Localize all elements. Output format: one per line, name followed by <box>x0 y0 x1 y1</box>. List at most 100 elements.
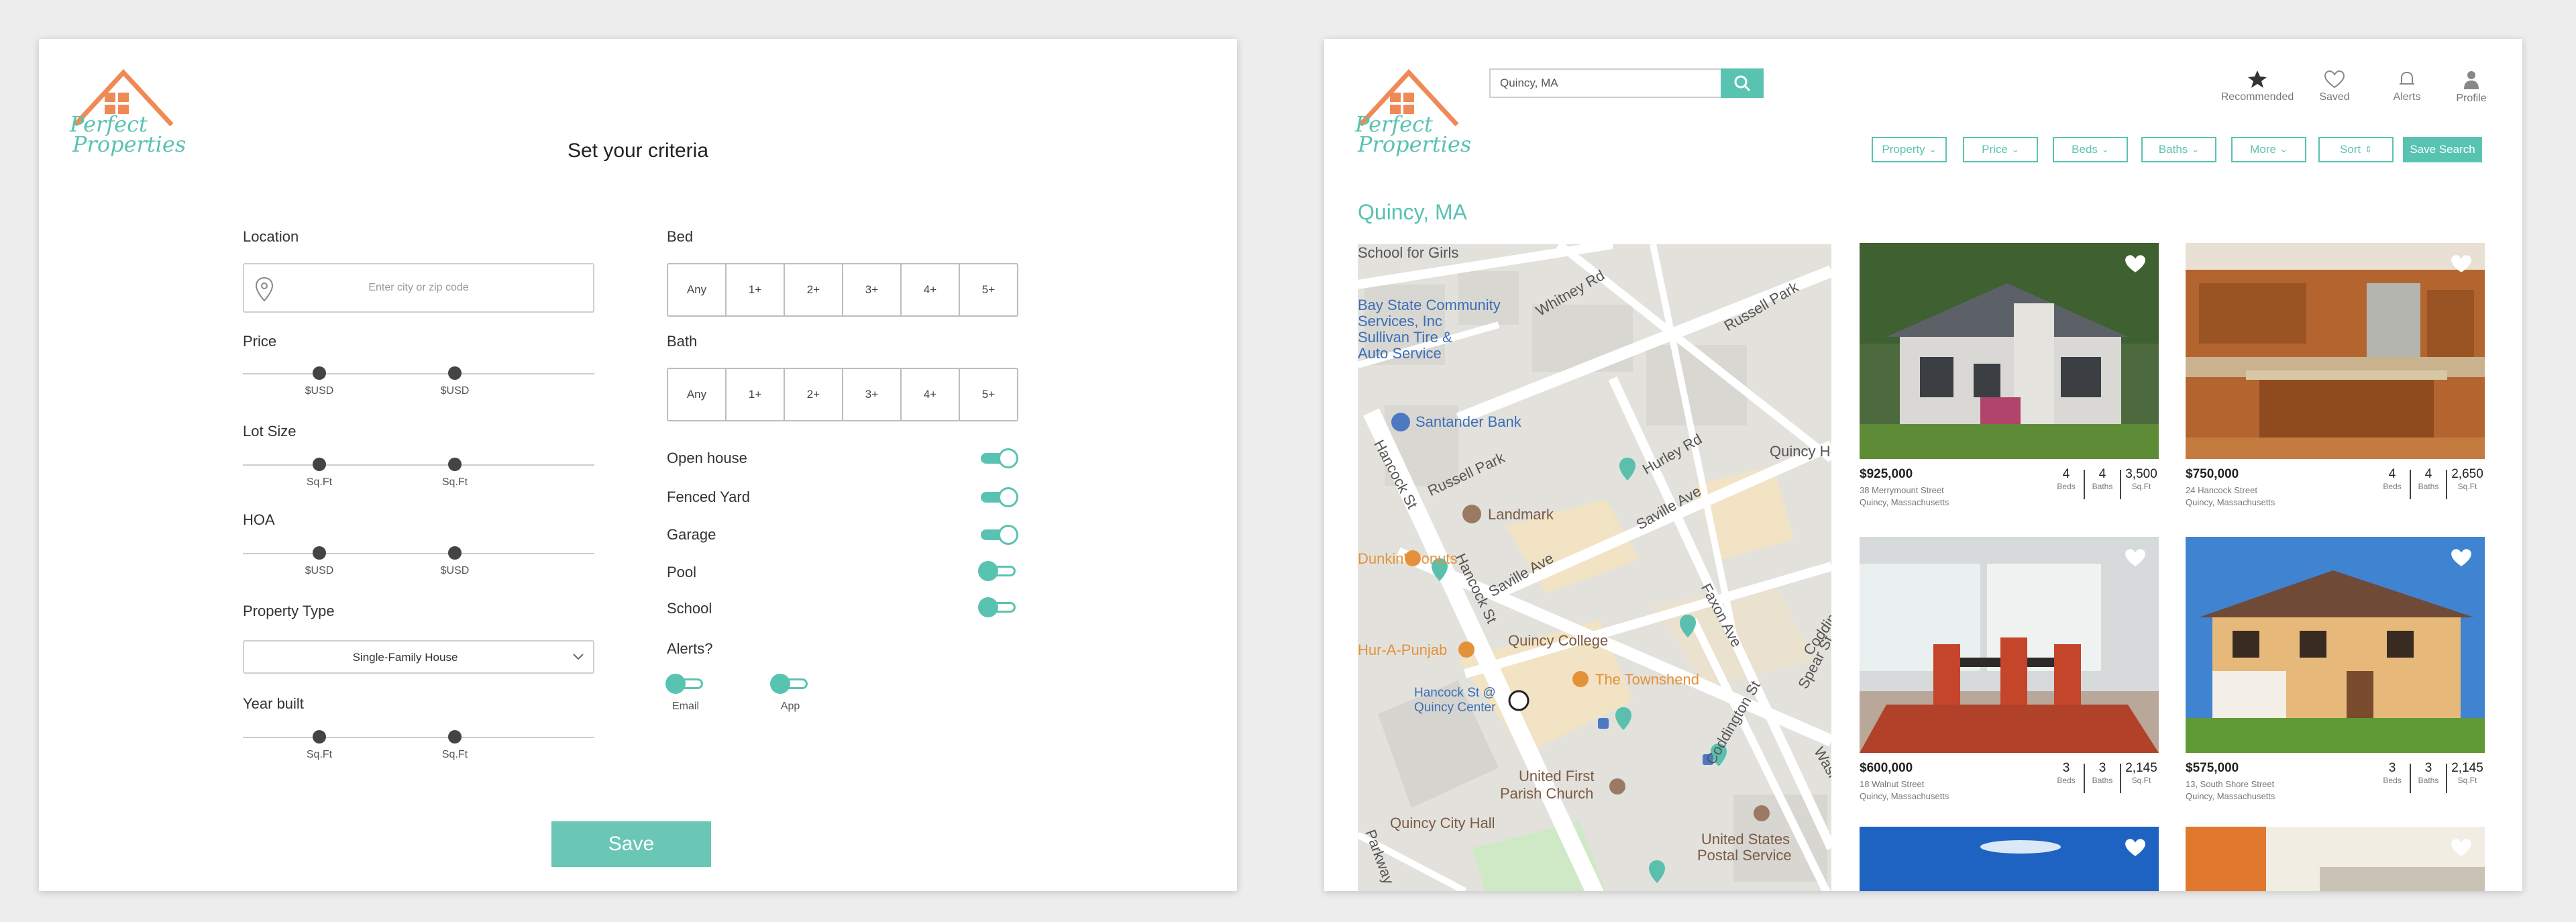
listing-card[interactable]: $600,000 18 Walnut Street Quincy, Massac… <box>1860 537 2159 805</box>
nav-alerts-label: Alerts <box>2393 91 2421 103</box>
map-label-bay-state: Bay State Community <box>1358 297 1501 313</box>
filter-baths[interactable]: Baths ⌄ <box>2141 137 2216 162</box>
brand-logo[interactable]: Perfect Properties <box>1355 66 1471 173</box>
interior-photo <box>2186 827 2485 891</box>
filter-more[interactable]: More ⌄ <box>2231 137 2306 162</box>
lot-size-max-handle[interactable] <box>448 458 462 471</box>
garage-toggle[interactable] <box>978 525 1018 545</box>
bed-option-5[interactable]: 5+ <box>960 264 1017 315</box>
house-photo <box>2186 537 2485 753</box>
year-built-slider-track[interactable] <box>243 737 594 738</box>
save-search-button[interactable]: Save Search <box>2403 137 2482 162</box>
bath-option-4[interactable]: 4+ <box>902 369 960 420</box>
bed-option-3[interactable]: 3+ <box>843 264 902 315</box>
filter-price-label: Price <box>1982 143 2008 156</box>
year-built-min-handle[interactable] <box>313 730 326 744</box>
listing-address: 38 Merrymount Street Quincy, Massachuset… <box>1860 484 1949 509</box>
listing-baths: 4 Baths <box>2092 467 2113 491</box>
listing-photo[interactable] <box>2186 537 2485 753</box>
price-min-handle[interactable] <box>313 366 326 380</box>
heart-icon[interactable] <box>2450 837 2473 858</box>
stat-divider <box>2120 470 2121 499</box>
price-max-handle[interactable] <box>448 366 462 380</box>
map-label-santander: Santander Bank <box>1415 413 1521 430</box>
nav-profile[interactable]: Profile <box>2431 70 2512 105</box>
lot-size-min-handle[interactable] <box>313 458 326 471</box>
listing-photo[interactable] <box>2186 827 2485 891</box>
bath-option-2[interactable]: 2+ <box>785 369 843 420</box>
listing-photo[interactable] <box>1860 537 2159 753</box>
year-built-max-handle[interactable] <box>448 730 462 744</box>
property-type-select[interactable]: Single-Family House <box>243 640 594 674</box>
bed-option-2[interactable]: 2+ <box>785 264 843 315</box>
price-slider-track[interactable] <box>243 373 594 374</box>
chevron-down-icon: ⌄ <box>1929 144 1937 154</box>
listing-price: $600,000 <box>1860 761 1913 775</box>
sort-arrows-icon: ⇕ <box>2365 144 2373 154</box>
hoa-max-unit: $USD <box>440 565 470 576</box>
stat-divider <box>2410 764 2411 793</box>
listing-beds: 4 Beds <box>2383 467 2402 491</box>
listing-city: Quincy, Massachusetts <box>1860 791 1949 801</box>
open-house-label: Open house <box>667 450 747 466</box>
email-alert-label: Email <box>672 701 699 712</box>
alerts-label: Alerts? <box>667 640 713 657</box>
fenced-yard-toggle[interactable] <box>978 487 1018 507</box>
bed-option-any[interactable]: Any <box>668 264 727 315</box>
heart-icon[interactable] <box>2450 548 2473 568</box>
listing-card[interactable]: $925,000 38 Merrymount Street Quincy, Ma… <box>1860 243 2159 511</box>
listing-card[interactable] <box>2186 827 2485 891</box>
search-button[interactable] <box>1721 68 1764 98</box>
listing-price: $750,000 <box>2186 467 2239 481</box>
filter-property[interactable]: Property ⌄ <box>1872 137 1947 162</box>
save-button[interactable]: Save <box>551 821 711 867</box>
filter-beds[interactable]: Beds ⌄ <box>2053 137 2128 162</box>
listing-baths: 4 Baths <box>2418 467 2439 491</box>
listing-card[interactable] <box>1860 827 2159 891</box>
bath-option-3[interactable]: 3+ <box>843 369 902 420</box>
listing-city: Quincy, Massachusetts <box>1860 497 1949 507</box>
email-alert-toggle[interactable] <box>665 674 706 694</box>
heart-icon[interactable] <box>2124 837 2147 858</box>
map-label-quincy-center-2: Quincy Center <box>1414 701 1496 715</box>
listing-street: 13, South Shore Street <box>2186 779 2275 789</box>
listing-photo[interactable] <box>1860 243 2159 459</box>
filter-sort-label: Sort <box>2339 143 2361 156</box>
listing-address: 13, South Shore Street Quincy, Massachus… <box>2186 778 2275 803</box>
filter-sort[interactable]: Sort ⇕ <box>2318 137 2394 162</box>
bath-option-1[interactable]: 1+ <box>727 369 785 420</box>
bed-option-4[interactable]: 4+ <box>902 264 960 315</box>
filter-price[interactable]: Price ⌄ <box>1963 137 2038 162</box>
hoa-max-handle[interactable] <box>448 546 462 560</box>
search-input[interactable]: Quincy, MA <box>1489 68 1721 98</box>
chevron-down-icon: ⌄ <box>2192 144 2200 154</box>
listing-photo[interactable] <box>1860 827 2159 891</box>
pool-label: Pool <box>667 564 697 580</box>
listing-photo[interactable] <box>2186 243 2485 459</box>
bed-option-1[interactable]: 1+ <box>727 264 785 315</box>
location-input[interactable]: Enter city or zip code <box>243 263 594 313</box>
pool-toggle[interactable] <box>978 561 1018 581</box>
heart-icon[interactable] <box>2450 254 2473 274</box>
hoa-min-handle[interactable] <box>313 546 326 560</box>
map-label-tire-2: Auto Service <box>1358 345 1442 362</box>
heart-icon[interactable] <box>2124 254 2147 274</box>
nav-saved[interactable]: Saved <box>2294 70 2375 103</box>
listing-card[interactable]: $575,000 13, South Shore Street Quincy, … <box>2186 537 2485 805</box>
map-label-landmark: Landmark <box>1488 506 1554 523</box>
heart-icon[interactable] <box>2124 548 2147 568</box>
school-toggle[interactable] <box>978 597 1018 617</box>
listing-beds: 4 Beds <box>2057 467 2076 491</box>
bath-option-5[interactable]: 5+ <box>960 369 1017 420</box>
bed-label: Bed <box>667 228 694 245</box>
results-map[interactable]: School for Girls Bay State Community Ser… <box>1358 244 1831 891</box>
open-house-toggle[interactable] <box>978 448 1018 468</box>
bath-option-any[interactable]: Any <box>668 369 727 420</box>
lot-size-slider-track[interactable] <box>243 464 594 466</box>
app-alert-toggle[interactable] <box>770 674 810 694</box>
stat-divider <box>2410 470 2411 499</box>
hoa-slider-track[interactable] <box>243 553 594 554</box>
results-title: Quincy, MA <box>1358 200 1467 224</box>
nav-recommended[interactable]: Recommended <box>2217 70 2298 103</box>
listing-card[interactable]: $750,000 24 Hancock Street Quincy, Massa… <box>2186 243 2485 511</box>
